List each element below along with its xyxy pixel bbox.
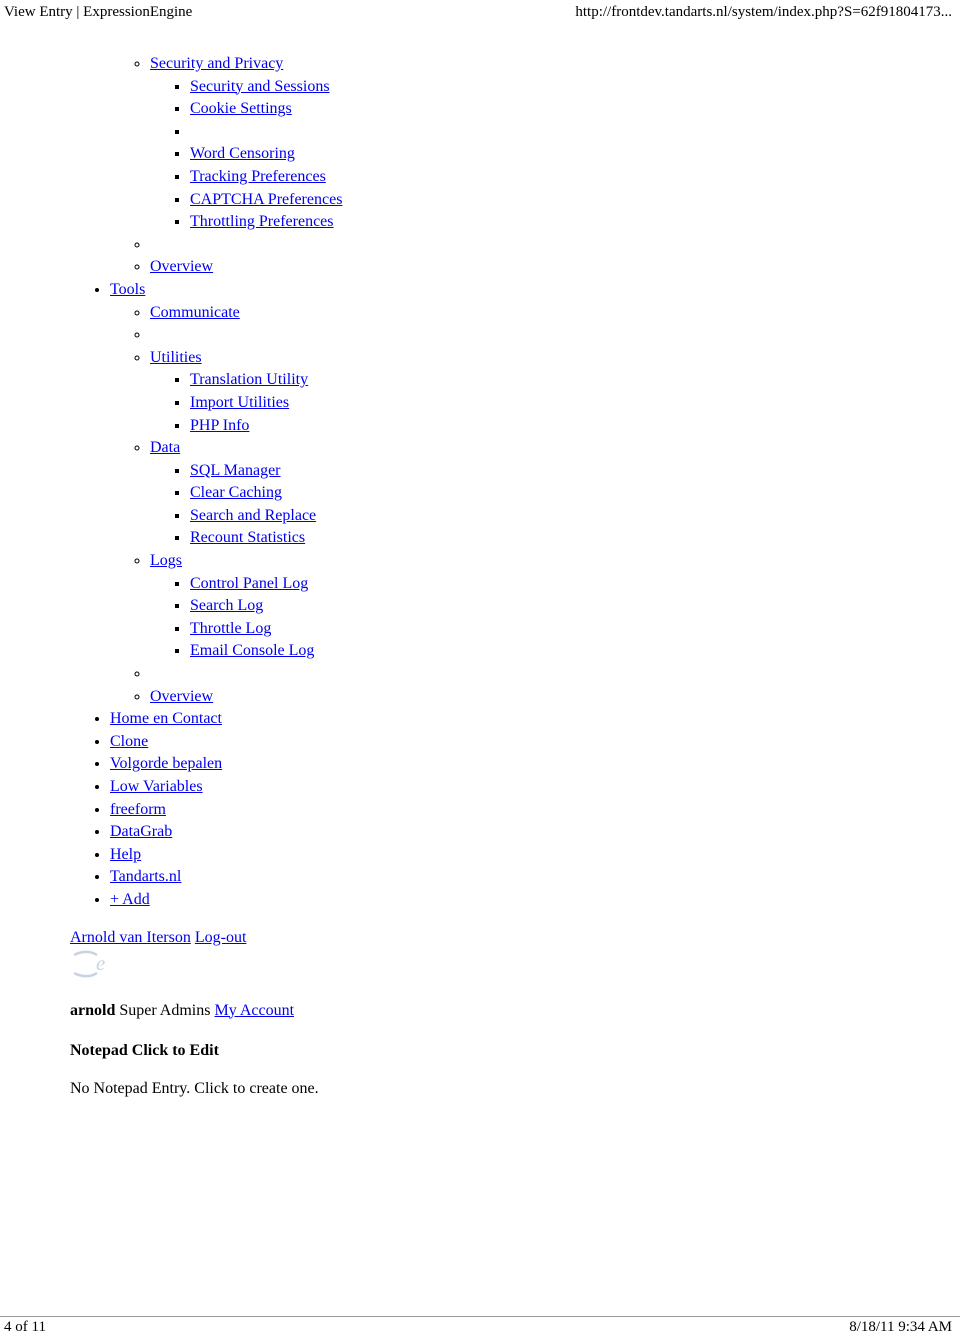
ee-logo-icon: e <box>70 949 960 984</box>
link-recount-statistics[interactable]: Recount Statistics <box>190 529 305 546</box>
nav-captcha-preferences[interactable]: CAPTCHA Preferences <box>190 189 960 211</box>
nav-word-censoring[interactable]: Word Censoring <box>190 143 960 165</box>
link-throttle-log[interactable]: Throttle Log <box>190 620 271 637</box>
link-help[interactable]: Help <box>110 846 141 863</box>
link-data[interactable]: Data <box>150 439 180 456</box>
link-datagrab[interactable]: DataGrab <box>110 823 172 840</box>
link-clear-caching[interactable]: Clear Caching <box>190 484 282 501</box>
link-translation-utility[interactable]: Translation Utility <box>190 371 308 388</box>
link-freeform[interactable]: freeform <box>110 801 166 818</box>
link-tandarts-nl[interactable]: Tandarts.nl <box>110 868 181 885</box>
link-security-sessions[interactable]: Security and Sessions <box>190 78 330 95</box>
nav-data[interactable]: Data SQL Manager Clear Caching Search an… <box>150 437 960 549</box>
link-low-variables[interactable]: Low Variables <box>110 778 203 795</box>
nav-datagrab[interactable]: DataGrab <box>110 821 960 843</box>
page-datetime: 8/18/11 9:34 AM <box>849 1319 952 1336</box>
nav-empty-circle-2 <box>150 324 960 346</box>
notepad-title[interactable]: Notepad Click to Edit <box>70 1042 960 1060</box>
nav-overview-1[interactable]: Overview <box>150 256 960 278</box>
page-url: http://frontdev.tandarts.nl/system/index… <box>575 4 952 21</box>
link-volgorde-bepalen[interactable]: Volgorde bepalen <box>110 755 222 772</box>
nav-empty-item <box>190 121 960 143</box>
nav-help[interactable]: Help <box>110 844 960 866</box>
link-user-name[interactable]: Arnold van Iterson <box>70 929 191 946</box>
link-word-censoring[interactable]: Word Censoring <box>190 145 295 162</box>
user-role: Super Admins <box>119 1002 210 1019</box>
link-overview-2[interactable]: Overview <box>150 688 213 705</box>
nav-utilities[interactable]: Utilities Translation Utility Import Uti… <box>150 347 960 436</box>
link-logs[interactable]: Logs <box>150 552 182 569</box>
nav-security-sessions[interactable]: Security and Sessions <box>190 76 960 98</box>
nav-import-utilities[interactable]: Import Utilities <box>190 392 960 414</box>
link-tracking-preferences[interactable]: Tracking Preferences <box>190 168 326 185</box>
nav-search-log[interactable]: Search Log <box>190 595 960 617</box>
nav-empty-circle-3 <box>150 663 960 685</box>
link-throttling-preferences[interactable]: Throttling Preferences <box>190 213 334 230</box>
link-search-log[interactable]: Search Log <box>190 597 263 614</box>
nav-tools[interactable]: Tools Communicate Utilities Translation … <box>110 279 960 707</box>
link-home-en-contact[interactable]: Home en Contact <box>110 710 222 727</box>
link-add[interactable]: + Add <box>110 891 150 908</box>
link-my-account[interactable]: My Account <box>214 1002 294 1019</box>
nav-translation-utility[interactable]: Translation Utility <box>190 369 960 391</box>
nav-volgorde-bepalen[interactable]: Volgorde bepalen <box>110 753 960 775</box>
notepad-body[interactable]: No Notepad Entry. Click to create one. <box>70 1080 960 1098</box>
nav-throttle-log[interactable]: Throttle Log <box>190 618 960 640</box>
page-indicator: 4 of 11 <box>4 1319 46 1336</box>
nav-tracking-preferences[interactable]: Tracking Preferences <box>190 166 960 188</box>
nav-home-en-contact[interactable]: Home en Contact <box>110 708 960 730</box>
nav-throttling-preferences[interactable]: Throttling Preferences <box>190 211 960 233</box>
nav-clear-caching[interactable]: Clear Caching <box>190 482 960 504</box>
nav-control-panel-log[interactable]: Control Panel Log <box>190 573 960 595</box>
link-overview-1[interactable]: Overview <box>150 258 213 275</box>
link-security-privacy[interactable]: Security and Privacy <box>150 55 283 72</box>
nav-search-and-replace[interactable]: Search and Replace <box>190 505 960 527</box>
page-title: View Entry | ExpressionEngine <box>4 4 192 21</box>
nav-low-variables[interactable]: Low Variables <box>110 776 960 798</box>
link-logout[interactable]: Log-out <box>195 929 247 946</box>
username-label: arnold <box>70 1002 115 1019</box>
link-email-console-log[interactable]: Email Console Log <box>190 642 314 659</box>
nav-add[interactable]: + Add <box>110 889 960 911</box>
nav-tandarts-nl[interactable]: Tandarts.nl <box>110 866 960 888</box>
link-captcha-preferences[interactable]: CAPTCHA Preferences <box>190 191 342 208</box>
nav-cookie-settings[interactable]: Cookie Settings <box>190 98 960 120</box>
link-clone[interactable]: Clone <box>110 733 148 750</box>
nav-overview-2[interactable]: Overview <box>150 686 960 708</box>
nav-security-privacy[interactable]: Security and Privacy Security and Sessio… <box>150 53 960 233</box>
nav-empty-circle <box>150 234 960 256</box>
link-sql-manager[interactable]: SQL Manager <box>190 462 281 479</box>
nav-logs[interactable]: Logs Control Panel Log Search Log Thrott… <box>150 550 960 662</box>
nav-freeform[interactable]: freeform <box>110 799 960 821</box>
nav-clone[interactable]: Clone <box>110 731 960 753</box>
link-communicate[interactable]: Communicate <box>150 304 240 321</box>
nav-communicate[interactable]: Communicate <box>150 302 960 324</box>
link-tools[interactable]: Tools <box>110 281 145 298</box>
nav-php-info[interactable]: PHP Info <box>190 415 960 437</box>
link-cookie-settings[interactable]: Cookie Settings <box>190 100 292 117</box>
nav-email-console-log[interactable]: Email Console Log <box>190 640 960 662</box>
link-utilities[interactable]: Utilities <box>150 349 202 366</box>
nav-recount-statistics[interactable]: Recount Statistics <box>190 527 960 549</box>
link-php-info[interactable]: PHP Info <box>190 417 249 434</box>
link-control-panel-log[interactable]: Control Panel Log <box>190 575 308 592</box>
link-search-and-replace[interactable]: Search and Replace <box>190 507 316 524</box>
svg-text:e: e <box>96 952 105 975</box>
link-import-utilities[interactable]: Import Utilities <box>190 394 289 411</box>
nav-sql-manager[interactable]: SQL Manager <box>190 460 960 482</box>
